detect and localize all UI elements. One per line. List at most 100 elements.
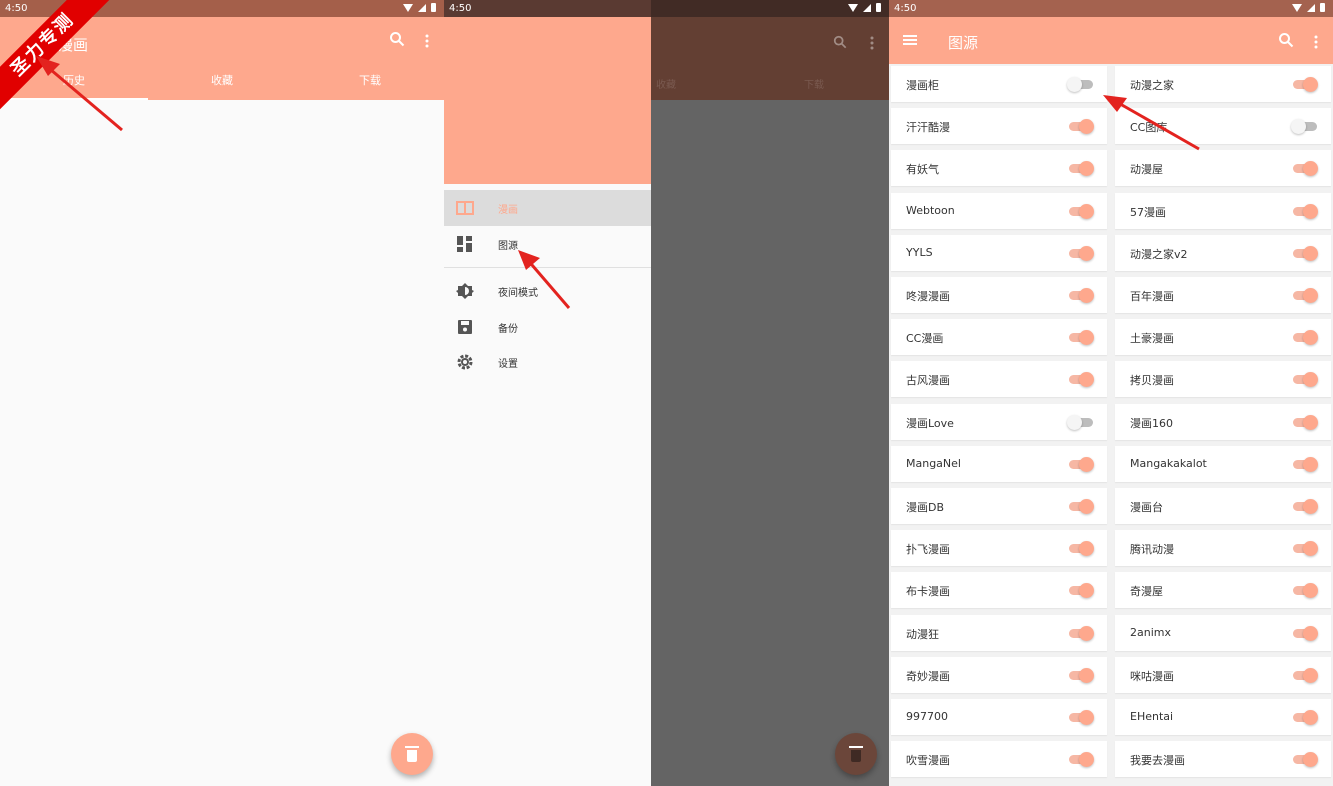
source-name: 漫画柜 [906,79,939,92]
source-toggle[interactable] [1293,541,1318,557]
source-toggle[interactable] [1293,414,1318,430]
source-toggle[interactable] [1067,414,1093,430]
history-screen: 4:50 漫画 历史 收藏 下载 [0,0,444,786]
menu-icon[interactable] [903,35,917,45]
source-toggle[interactable] [1293,710,1318,725]
source-item: 2animx [1115,614,1331,651]
source-toggle[interactable] [1293,203,1318,219]
toggle-thumb [1303,625,1318,641]
toggle-thumb [1079,288,1094,303]
source-toggle[interactable] [1069,710,1094,725]
status-bar: 4:50 [444,0,651,17]
source-item: Webtoon [891,192,1107,229]
source-item: 动漫屋 [1115,150,1331,187]
source-toggle[interactable] [1293,77,1318,92]
search-icon[interactable] [1278,32,1294,52]
source-toggle[interactable] [1069,625,1094,641]
source-name: 土豪漫画 [1130,332,1174,346]
dimmed-tab-favorites: 收藏 [656,80,676,91]
source-name: 漫画DB [906,501,945,514]
source-item: 汗汗酷漫 [891,108,1107,145]
source-toggle[interactable] [1069,161,1094,177]
source-name: 咪咕漫画 [1130,669,1174,683]
delete-icon [849,745,863,762]
source-name: 奇妙漫画 [906,669,950,683]
toggle-thumb [1079,456,1094,472]
toggle-thumb [1079,499,1094,514]
source-toggle[interactable] [1293,456,1318,472]
source-toggle[interactable] [1069,499,1094,514]
wifi-icon [848,3,858,12]
source-toggle[interactable] [1069,456,1094,472]
drawer-item-settings[interactable]: 设置 [444,344,651,380]
status-icons [1292,3,1325,12]
source-item: 漫画Love [891,403,1107,440]
status-bar-dim [651,0,889,17]
source-toggle[interactable] [1293,330,1318,346]
source-toggle[interactable] [1293,667,1318,683]
source-toggle[interactable] [1293,625,1318,641]
source-name: 布卡漫画 [906,585,950,599]
tab-downloads[interactable]: 下载 [296,65,444,100]
source-toggle[interactable] [1067,77,1093,92]
source-toggle[interactable] [1069,245,1094,261]
source-name: 动漫之家v2 [1130,247,1188,261]
tab-favorites[interactable]: 收藏 [148,65,296,100]
source-toggle[interactable] [1293,161,1318,177]
source-name: 汗汗酷漫 [906,121,950,135]
search-icon [833,34,847,53]
source-toggle[interactable] [1069,203,1094,219]
drawer-item-label: 图源 [498,240,518,252]
source-name: 腾讯动漫 [1130,543,1174,557]
toggle-thumb [1079,119,1094,135]
source-name: YYLS [906,245,933,259]
source-toggle[interactable] [1069,667,1094,683]
signal-icon [863,3,871,12]
toggle-thumb [1079,625,1094,641]
delete-fab[interactable] [391,733,433,775]
toggle-thumb [1303,499,1318,514]
source-toggle[interactable] [1293,372,1318,388]
source-toggle[interactable] [1069,372,1094,388]
toggle-thumb [1079,203,1094,219]
source-toggle[interactable] [1293,752,1318,768]
drawer-item-source[interactable]: 图源 [444,226,651,262]
source-item: 奇漫屋 [1115,572,1331,609]
status-time: 4:50 [5,3,28,14]
source-toggle[interactable] [1291,119,1317,135]
source-item: 有妖气 [891,150,1107,187]
source-toggle[interactable] [1069,288,1094,303]
source-name: 咚漫漫画 [906,290,950,303]
toggle-thumb [1079,752,1094,768]
toggle-thumb [1303,710,1318,725]
source-toggle[interactable] [1293,245,1318,261]
drawer-item-comic[interactable]: 漫画 [444,190,651,226]
navigation-drawer: 4:50 漫画 图源 夜间模式 备份 设置 [444,0,651,786]
toggle-thumb [1303,414,1318,430]
search-icon[interactable] [389,31,405,51]
source-toggle[interactable] [1069,752,1094,768]
source-toggle[interactable] [1069,541,1094,557]
source-toggle[interactable] [1293,288,1318,303]
source-item: 古风漫画 [891,361,1107,398]
drawer-item-backup[interactable]: 备份 [444,309,651,345]
delete-icon [405,745,419,762]
drawer-item-label: 漫画 [498,204,518,216]
toggle-thumb [1303,77,1318,92]
more-vert-icon[interactable] [424,33,430,52]
toggle-thumb [1303,161,1318,177]
more-vert-icon[interactable] [1313,34,1319,53]
drawer-item-night-mode[interactable]: 夜间模式 [444,273,651,309]
source-name: 奇漫屋 [1130,585,1163,599]
source-toggle[interactable] [1069,330,1094,346]
source-name: 动漫之家 [1130,79,1174,92]
drawer-scrim[interactable]: 收藏 下载 [651,0,889,786]
source-toggle[interactable] [1069,119,1094,135]
more-vert-icon [869,35,875,54]
page-title: 图源 [948,34,979,52]
source-toggle[interactable] [1293,583,1318,599]
source-toggle[interactable] [1069,583,1094,599]
dimmed-app-bar: 收藏 下载 [651,17,889,100]
toggle-thumb [1303,541,1318,557]
source-toggle[interactable] [1293,499,1318,514]
